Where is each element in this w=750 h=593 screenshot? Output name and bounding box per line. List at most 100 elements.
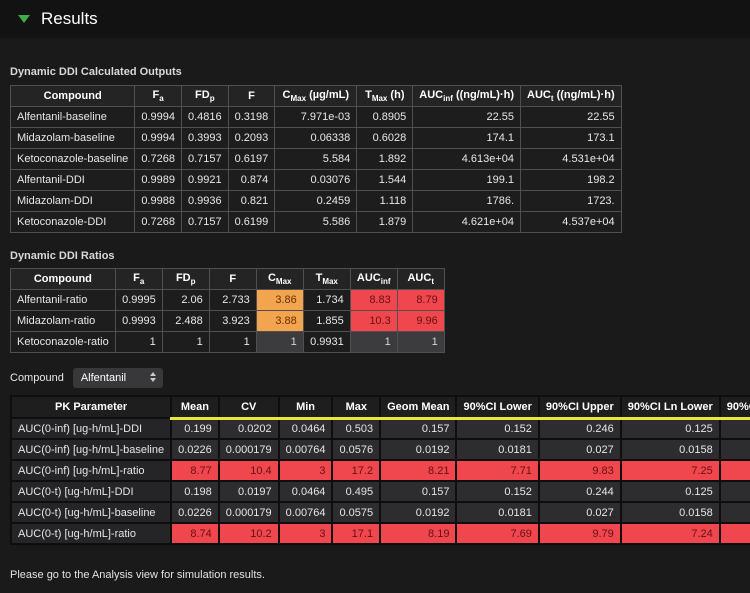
- value-cell: 0.0202: [219, 418, 279, 439]
- results-content: Dynamic DDI Calculated Outputs CompoundF…: [0, 66, 750, 581]
- table-row: Ketoconazole-baseline0.72680.71570.61975…: [11, 149, 622, 170]
- value-cell: 0.7157: [181, 149, 228, 170]
- table-row: Ketoconazole-ratio11110.993111: [11, 332, 445, 353]
- value-cell: 7.71: [456, 460, 538, 481]
- value-cell: 0.0192: [380, 502, 456, 523]
- value-cell: 198.2: [521, 170, 622, 191]
- value-cell: 1: [256, 332, 303, 353]
- value-cell: 0.0158: [621, 439, 720, 460]
- value-cell: 0.027: [539, 502, 621, 523]
- column-header: AUCinf: [350, 269, 397, 290]
- value-cell: 7.25: [621, 460, 720, 481]
- row-label-cell: Midazolam-baseline: [11, 128, 135, 149]
- value-cell: 4.537e+04: [521, 212, 622, 233]
- column-header: F: [228, 86, 275, 107]
- value-cell: 17.2: [332, 460, 380, 481]
- value-cell: 5.584: [275, 149, 357, 170]
- value-cell: 0.3993: [181, 128, 228, 149]
- value-cell: 0.9931: [303, 332, 350, 353]
- value-cell: 10.3: [350, 311, 397, 332]
- column-header: Fa: [115, 269, 162, 290]
- value-cell: 1.892: [357, 149, 413, 170]
- ddi-outputs-table: CompoundFaFDpFCMax (µg/mL)TMax (h)AUCinf…: [10, 85, 622, 233]
- value-cell: 1: [115, 332, 162, 353]
- value-cell: 4.621e+04: [413, 212, 521, 233]
- value-cell: 0.125: [621, 418, 720, 439]
- page-title: Results: [41, 9, 98, 29]
- value-cell: 1: [162, 332, 209, 353]
- table-row: Midazolam-DDI0.99880.99360.8210.24591.11…: [11, 191, 622, 212]
- value-cell: 0.246: [539, 418, 621, 439]
- value-cell: 7.971e-03: [275, 107, 357, 128]
- value-cell: 5.586: [275, 212, 357, 233]
- value-cell: 0.495: [332, 481, 380, 502]
- value-cell: 0.0181: [456, 439, 538, 460]
- value-cell: 8.74: [171, 523, 219, 544]
- value-cell: 2.06: [162, 290, 209, 311]
- value-cell: 0.03076: [275, 170, 357, 191]
- value-cell: 0.874: [228, 170, 275, 191]
- column-header: Compound: [11, 86, 135, 107]
- row-label-cell: Alfentanil-ratio: [11, 290, 116, 311]
- value-cell: 1.879: [357, 212, 413, 233]
- value-cell: 0.9921: [181, 170, 228, 191]
- table-row: Midazolam-ratio0.99932.4883.9233.881.855…: [11, 311, 445, 332]
- value-cell: 0.9993: [115, 311, 162, 332]
- column-header: 90%CI Upper: [539, 396, 621, 418]
- column-header: Compound: [11, 269, 116, 290]
- value-cell: 0.125: [621, 481, 720, 502]
- value-cell: 3.923: [209, 311, 256, 332]
- value-cell: 3: [279, 523, 333, 544]
- row-label-cell: Ketoconazole-baseline: [11, 149, 135, 170]
- value-cell: 0.244: [539, 481, 621, 502]
- column-header: 90%CI Lower: [456, 396, 538, 418]
- value-cell: 1723.: [521, 191, 622, 212]
- value-cell: 2.488: [162, 311, 209, 332]
- table-row: Ketoconazole-DDI0.72680.71570.61995.5861…: [11, 212, 622, 233]
- row-label-cell: Alfentanil-baseline: [11, 107, 135, 128]
- value-cell: 1: [350, 332, 397, 353]
- value-cell: 0.6197: [228, 149, 275, 170]
- value-cell: 0.00764: [279, 439, 333, 460]
- column-header: FDp: [181, 86, 228, 107]
- value-cell: 0.9995: [115, 290, 162, 311]
- value-cell: 8.77: [171, 460, 219, 481]
- value-cell: 9.79: [539, 523, 621, 544]
- ratios-table-title: Dynamic DDI Ratios: [10, 250, 740, 262]
- value-cell: 9.3: [720, 460, 750, 481]
- value-cell: 0.0197: [219, 481, 279, 502]
- value-cell: 0.000179: [219, 502, 279, 523]
- value-cell: 0.2459: [275, 191, 357, 212]
- value-cell: 0.7268: [135, 212, 182, 233]
- row-label-cell: Midazolam-DDI: [11, 191, 135, 212]
- compound-selector-row: Compound Alfentanil: [10, 368, 740, 388]
- column-header: CMax: [256, 269, 303, 290]
- table-row: AUC(0-t) [ug-h/mL]-baseline0.02260.00017…: [11, 502, 750, 523]
- value-cell: 9.27: [720, 523, 750, 544]
- value-cell: 8.19: [380, 523, 456, 544]
- column-header: Mean: [171, 396, 219, 418]
- value-cell: 0.6199: [228, 212, 275, 233]
- table-row: Alfentanil-DDI0.99890.99210.8740.030761.…: [11, 170, 622, 191]
- value-cell: 0.198: [720, 418, 750, 439]
- column-header: CMax (µg/mL): [275, 86, 357, 107]
- value-cell: 4.613e+04: [413, 149, 521, 170]
- value-cell: 3.86: [256, 290, 303, 311]
- collapse-section-icon[interactable]: [18, 15, 30, 23]
- table-row: Alfentanil-ratio0.99952.062.7333.861.734…: [11, 290, 445, 311]
- value-cell: 0.00764: [279, 502, 333, 523]
- value-cell: 1.734: [303, 290, 350, 311]
- compound-dropdown[interactable]: Alfentanil: [73, 368, 163, 388]
- table-row: Midazolam-baseline0.99940.39930.20930.06…: [11, 128, 622, 149]
- value-cell: 0.157: [380, 418, 456, 439]
- value-cell: 8.83: [350, 290, 397, 311]
- value-cell: 1: [209, 332, 256, 353]
- table-row: AUC(0-inf) [ug-h/mL]-ratio8.7710.4317.28…: [11, 460, 750, 481]
- value-cell: 0.7268: [135, 149, 182, 170]
- row-label-cell: Ketoconazole-ratio: [11, 332, 116, 353]
- value-cell: 0.199: [171, 418, 219, 439]
- value-cell: 3: [279, 460, 333, 481]
- column-header: Geom Mean: [380, 396, 456, 418]
- value-cell: 0.197: [720, 481, 750, 502]
- column-header: Max: [332, 396, 380, 418]
